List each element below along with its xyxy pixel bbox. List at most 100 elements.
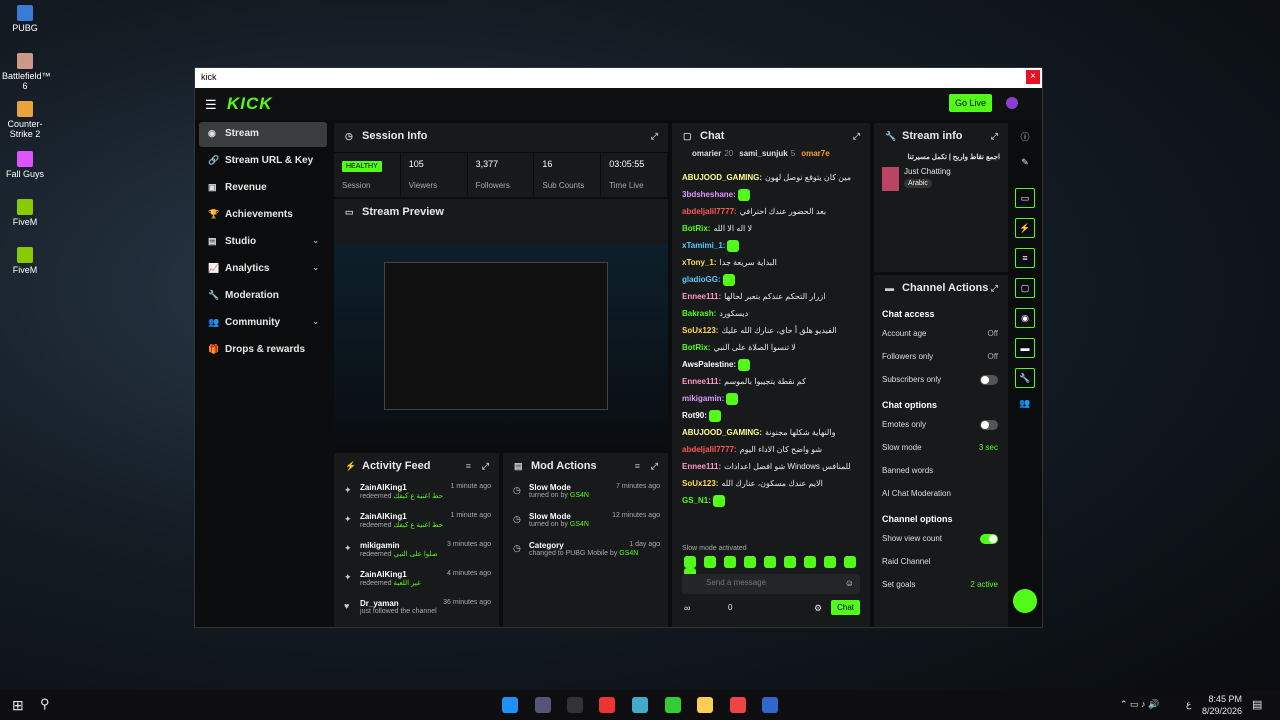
top-user[interactable]: omar7e <box>801 149 829 158</box>
app-icon[interactable] <box>567 697 583 713</box>
setting-row[interactable]: AI Chat Moderation <box>874 483 1008 506</box>
chat-username[interactable]: abdeljalil7777: <box>682 445 737 454</box>
support-icon[interactable] <box>1013 589 1037 613</box>
toggle-switch[interactable] <box>980 375 998 385</box>
edit-icon[interactable]: ✎ <box>1008 157 1042 168</box>
rail-list-icon[interactable]: ≡ <box>1015 248 1035 268</box>
sidebar-item-stream-url-key[interactable]: 🔗 Stream URL & Key <box>199 149 327 174</box>
chat-username[interactable]: xTamimi_1: <box>682 241 725 250</box>
app-icon[interactable] <box>632 697 648 713</box>
desktop-icon[interactable]: Fall Guys <box>2 151 48 179</box>
clock-time[interactable]: 8:45 PM <box>1206 694 1242 704</box>
sidebar-item-community[interactable]: 👥 Community ⌄ <box>199 311 327 336</box>
chat-username[interactable]: BotRix: <box>682 343 710 352</box>
top-user[interactable]: omarier <box>692 149 721 158</box>
emote-icon[interactable] <box>764 556 776 569</box>
chat-username[interactable]: AwsPalestine: <box>682 360 736 369</box>
notifications-icon[interactable]: ▤ <box>1252 698 1262 711</box>
sidebar-item-drops-rewards[interactable]: 🎁 Drops & rewards <box>199 338 327 363</box>
expand-icon[interactable]: ⤢ <box>651 131 658 142</box>
emote-icon[interactable] <box>784 556 796 569</box>
rail-panel-icon[interactable]: ▭ <box>1015 188 1035 208</box>
moderator-name[interactable]: GS4N <box>570 521 589 528</box>
sidebar-item-achievements[interactable]: 🏆 Achievements <box>199 203 327 228</box>
emote-icon[interactable] <box>804 556 816 569</box>
chat-username[interactable]: abdeljalil7777: <box>682 207 737 216</box>
stream-preview[interactable] <box>334 244 668 449</box>
desktop-icon[interactable]: FiveM <box>2 199 48 227</box>
toggle-switch[interactable] <box>980 534 998 544</box>
chat-username[interactable]: Ennee111: <box>682 377 721 386</box>
app-icon[interactable] <box>762 697 778 713</box>
expand-icon[interactable]: ⤢ <box>991 283 998 294</box>
chat-username[interactable]: ABUJOOD_GAMING: <box>682 428 762 437</box>
chat-username[interactable]: gladioGG: <box>682 275 721 284</box>
setting-row[interactable]: Emotes only <box>874 414 1008 437</box>
language-indicator[interactable]: ع <box>1186 699 1191 710</box>
rail-users-icon[interactable]: 👥 <box>1008 398 1042 409</box>
emote-icon[interactable] <box>684 556 696 569</box>
chrome-icon[interactable] <box>730 697 746 713</box>
filter-icon[interactable]: ≡ <box>635 461 640 471</box>
chat-message[interactable]: ABUJOOD_GAMING: مين كان يتوقع نوصل لهون <box>672 169 870 186</box>
sidebar-item-analytics[interactable]: 📈 Analytics ⌄ <box>199 257 327 282</box>
chat-input[interactable] <box>706 578 836 587</box>
chat-message[interactable]: Ennee111: كم نقطة بتجيبوا بالموسم <box>672 373 870 390</box>
setting-row[interactable]: Subscribers only <box>874 369 1008 392</box>
expand-icon[interactable]: ⤢ <box>482 461 489 472</box>
emote-icon[interactable] <box>824 556 836 569</box>
rail-save-icon[interactable]: ▬ <box>1015 338 1035 358</box>
chat-message[interactable]: xTony_1: البداية سريعة جدا <box>672 254 870 271</box>
desktop-icon[interactable]: Battlefield™ 6 <box>2 53 51 91</box>
chat-message[interactable]: SoUx123: الفيديو هلق أ حاي، عنارك الله عل… <box>672 322 870 339</box>
chat-message[interactable]: AwsPalestine: <box>672 356 870 373</box>
setting-row[interactable]: Set goals 2 active <box>874 574 1008 597</box>
clock-date[interactable]: 8/29/2026 <box>1202 706 1242 716</box>
chat-username[interactable]: xTony_1: <box>682 258 717 267</box>
chat-username[interactable]: BotRix: <box>682 224 710 233</box>
moderator-name[interactable]: GS4N <box>619 550 638 557</box>
emote-icon[interactable] <box>704 556 716 569</box>
chat-message[interactable]: Ennee111: شو افضل اعدادات Windows للمنافس <box>672 458 870 475</box>
chat-username[interactable]: GS_N1: <box>682 496 711 505</box>
desktop-icon[interactable]: PUBG <box>2 5 48 33</box>
chat-username[interactable]: Rot90: <box>682 411 707 420</box>
toggle-switch[interactable] <box>980 420 998 430</box>
tray-icons[interactable]: ⌃ ▭ ♪ 🔊 <box>1120 699 1159 710</box>
chat-message[interactable]: 3bdsheshane: <box>672 186 870 203</box>
emote-icon[interactable] <box>724 556 736 569</box>
desktop-icon[interactable]: FiveM <box>2 247 48 275</box>
chat-message[interactable]: SoUx123: الايم عندك مسكون، عنارك الله <box>672 475 870 492</box>
emoji-icon[interactable]: ☺ <box>845 578 854 588</box>
expand-icon[interactable]: ⤢ <box>853 131 860 142</box>
info-icon[interactable]: ⓘ <box>1008 130 1042 143</box>
app-icon[interactable] <box>535 697 551 713</box>
chat-message[interactable]: gladioGG: <box>672 271 870 288</box>
rail-wrench-icon[interactable]: 🔧 <box>1015 368 1035 388</box>
search-icon[interactable]: ⚲ <box>40 696 50 712</box>
chat-username[interactable]: 3bdsheshane: <box>682 190 736 199</box>
edge-icon[interactable] <box>502 697 518 713</box>
chat-message[interactable]: GS_N1: <box>672 492 870 509</box>
desktop-icon[interactable]: Counter-Strike 2 <box>2 101 48 139</box>
chat-username[interactable]: ABUJOOD_GAMING: <box>682 173 762 182</box>
rail-record-icon[interactable]: ◉ <box>1015 308 1035 328</box>
chat-username[interactable]: SoUx123: <box>682 479 718 488</box>
close-icon[interactable]: × <box>1026 70 1040 84</box>
kick-logo[interactable]: KICK <box>227 94 273 114</box>
app-icon[interactable] <box>665 697 681 713</box>
avatar[interactable] <box>1006 97 1018 109</box>
setting-row[interactable]: Banned words <box>874 460 1008 483</box>
obs-icon[interactable] <box>599 697 615 713</box>
sidebar-item-moderation[interactable]: 🔧 Moderation <box>199 284 327 309</box>
emote-icon[interactable] <box>844 556 856 569</box>
folder-icon[interactable] <box>697 697 713 713</box>
moderator-name[interactable]: GS4N <box>570 492 589 499</box>
chat-message[interactable]: abdeljalil7777: بعد الحضور عندك احترافي <box>672 203 870 220</box>
sidebar-item-stream[interactable]: ◉ Stream <box>199 122 327 147</box>
chat-username[interactable]: Ennee111: <box>682 292 721 301</box>
chat-message[interactable]: ABUJOOD_GAMING: والنهاية شكلها مجنونة <box>672 424 870 441</box>
chat-username[interactable]: Ennee111: <box>682 462 721 471</box>
expand-icon[interactable]: ⤢ <box>991 131 998 142</box>
sidebar-item-revenue[interactable]: ▣ Revenue <box>199 176 327 201</box>
